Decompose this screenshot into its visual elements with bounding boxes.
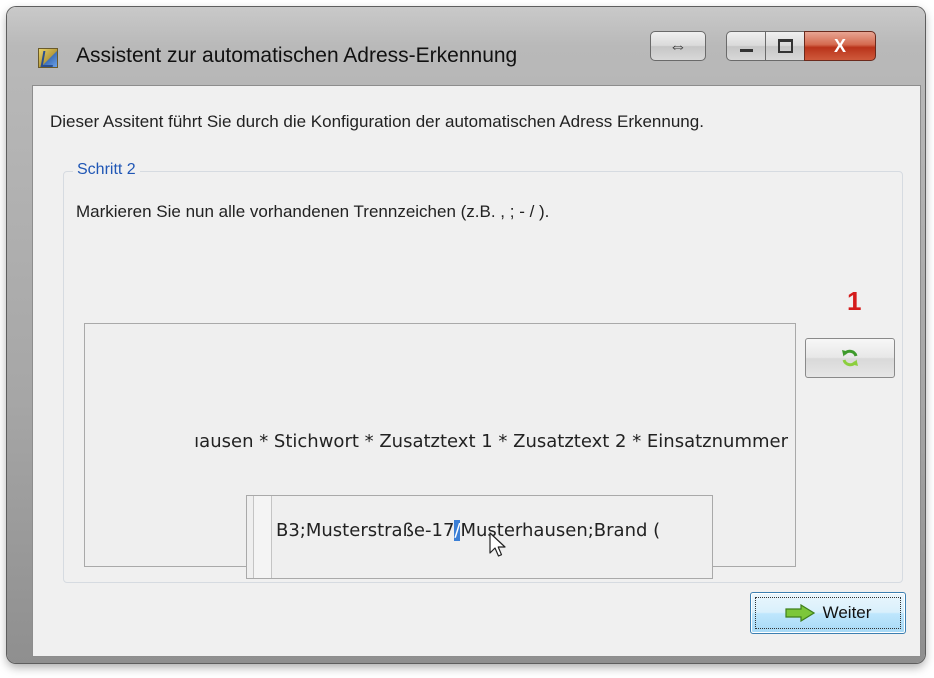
title-bar[interactable]: Assistent zur automatischen Adress-Erken… (7, 7, 925, 85)
dialog-content: Dieser Assitent führt Sie durch die Konf… (32, 85, 921, 657)
resize-arrows-icon: ⇔ (669, 35, 687, 56)
app-icon (38, 48, 58, 68)
close-icon: X (833, 35, 846, 56)
annotation-number: 1 (847, 286, 862, 316)
next-button[interactable]: Weiter (750, 592, 906, 634)
minimize-button[interactable] (726, 31, 766, 61)
close-button[interactable]: X (804, 31, 876, 61)
minimize-icon (739, 48, 753, 52)
window-title: Assistent zur automatischen Adress-Erken… (76, 44, 518, 67)
field-preview-text: ıausen * Stichwort * Zusatztext 1 * Zusa… (194, 431, 788, 452)
sample-line-box[interactable]: B3;Musterstraße-17/Musterhausen;Brand ( (246, 495, 713, 579)
sample-line-text[interactable]: B3;Musterstraße-17/Musterhausen;Brand ( (276, 520, 660, 541)
intro-text: Dieser Assitent führt Sie durch die Konf… (50, 112, 704, 131)
sample-text-before: B3;Musterstraße-17 (276, 520, 455, 541)
step-label: Schritt 2 (73, 161, 140, 179)
maximize-button[interactable] (765, 31, 805, 61)
wizard-window: Assistent zur automatischen Adress-Erken… (7, 7, 925, 663)
maximize-icon (777, 39, 793, 53)
next-button-label: Weiter (822, 603, 872, 622)
arrow-right-icon (784, 604, 815, 622)
resize-button[interactable]: ⇔ (650, 31, 706, 61)
sample-gutter (253, 496, 272, 578)
refresh-icon (842, 349, 858, 367)
step-description: Markieren Sie nun alle vorhandenen Trenn… (76, 202, 550, 221)
refresh-button[interactable] (805, 338, 895, 378)
mouse-cursor-icon (489, 532, 506, 557)
